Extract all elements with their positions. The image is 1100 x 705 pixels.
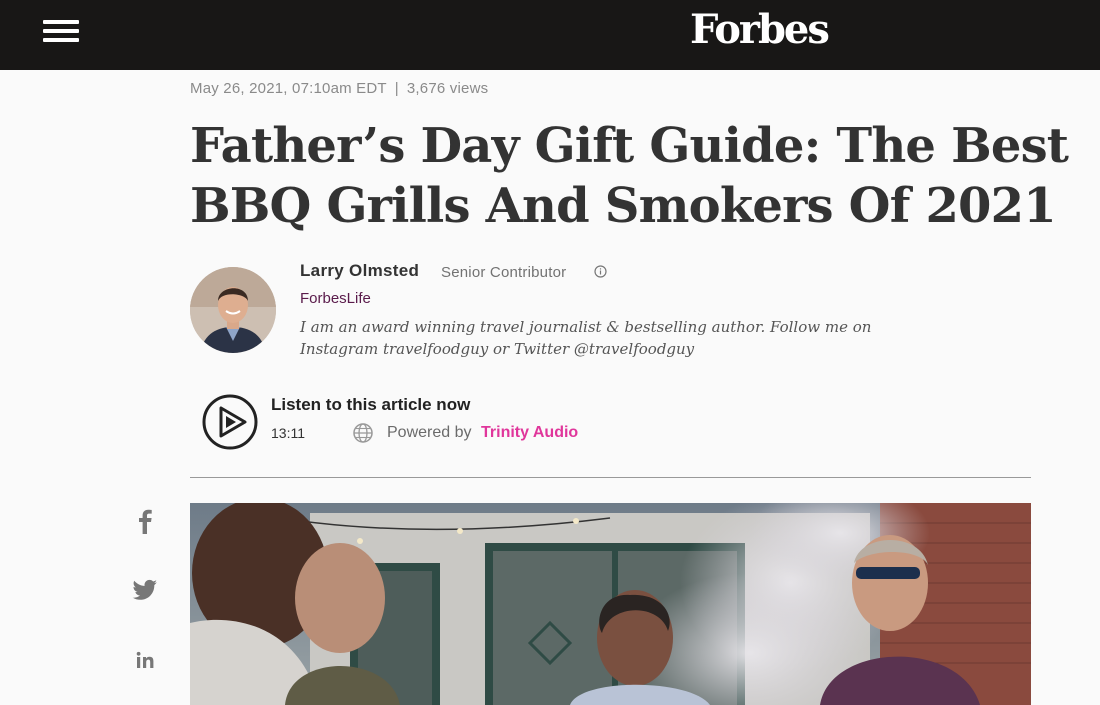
facebook-icon[interactable] [130,507,160,535]
powered-by-label: Powered by [387,424,472,441]
trinity-audio-link[interactable]: Trinity Audio [481,424,578,442]
article-meta: May 26, 2021, 07:10am EDT | 3,676 views [190,80,488,97]
author-avatar[interactable] [190,267,276,353]
author-name[interactable]: Larry Olmsted [300,261,419,281]
author-channel-link[interactable]: ForbesLife [300,290,371,307]
hamburger-menu-icon[interactable] [43,20,79,44]
author-bio: I am an award winning travel journalist … [300,318,872,358]
view-count: 3,676 views [406,80,489,97]
author-role: Senior Contributor [441,264,567,281]
audio-duration: 13:11 [271,425,305,441]
forbes-logo[interactable]: Forbes [690,6,830,54]
info-circle-icon[interactable] [594,265,607,278]
hero-image [190,503,1031,705]
section-divider [190,477,1031,478]
audio-title: Listen to this article now [271,395,471,414]
publish-date: May 26, 2021, 07:10am EDT [190,80,387,97]
globe-icon [353,423,373,443]
twitter-icon[interactable] [130,579,160,603]
play-circle-icon[interactable] [202,394,258,450]
linkedin-icon[interactable] [130,650,160,672]
site-header: Forbes [0,0,1100,70]
article-title: Father’s Day Gift Guide: The Best BBQ Gr… [190,118,1069,234]
meta-separator: | [394,80,399,97]
